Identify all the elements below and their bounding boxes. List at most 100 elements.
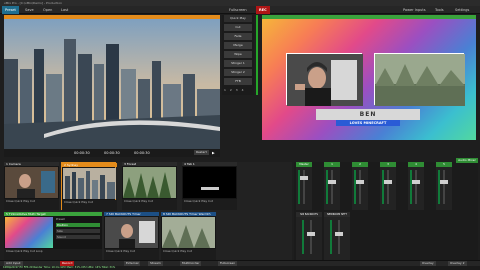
output-bar — [262, 140, 476, 157]
mixer-strip: 1 — [324, 162, 340, 210]
preview-window[interactable] — [4, 19, 220, 149]
fader-knob[interactable] — [300, 176, 308, 180]
preview-timecode-mid: 00:00:30 — [104, 151, 120, 155]
input-quickplay[interactable]: Quick Play — [133, 199, 148, 203]
merge-button[interactable]: Merge — [224, 42, 252, 49]
fader-knob[interactable] — [440, 180, 448, 184]
fader-knob[interactable] — [412, 180, 420, 184]
input-preset-panel: Preset Position Size Sound — [56, 217, 100, 248]
input-tile[interactable]: 8 SDI BACKOUTS Timer Warmth Close Quick … — [161, 212, 216, 260]
input-number: 2 — [64, 163, 66, 167]
input-quickplay[interactable]: Quick Play — [15, 199, 30, 203]
volume-fader[interactable] — [338, 220, 340, 254]
volume-fader[interactable] — [387, 170, 389, 204]
input-quickplay[interactable]: Quick Play — [73, 200, 88, 204]
input-tile[interactable]: 7 SDI BACKOUTS Timer Close Quick Play Cu… — [104, 212, 159, 260]
input-cut[interactable]: Cut — [30, 249, 35, 253]
input-tile[interactable]: 5 TLSinstAlive Multi Target Preset Posit… — [4, 212, 102, 260]
input-close[interactable]: Close — [124, 199, 132, 203]
input-loop[interactable]: Loop — [36, 249, 43, 253]
level-meter — [438, 170, 440, 204]
input-cut[interactable]: Cut — [88, 200, 93, 204]
menu-preset[interactable]: Preset — [2, 6, 19, 14]
level-meter — [326, 170, 328, 204]
level-meter — [382, 170, 384, 204]
input-quickplay[interactable]: Quick Play — [15, 249, 30, 253]
mixer-strip-label: 4 — [408, 162, 424, 167]
person-thumbnail-image — [5, 167, 58, 198]
stinger2-button[interactable]: Stinger 2 — [224, 69, 252, 76]
level-meter — [410, 170, 412, 204]
input-quickplay[interactable]: Quick Play — [193, 199, 208, 203]
input-name: SDI BACKOUTS Timer Warmth — [165, 212, 211, 216]
menu-last[interactable]: Last — [58, 6, 71, 14]
menu-open[interactable]: Open — [40, 6, 55, 14]
volume-fader[interactable] — [415, 170, 417, 204]
nameplate-name: BEN — [316, 109, 420, 120]
stinger1-button[interactable]: Stinger 1 — [224, 60, 252, 67]
input-tile[interactable]: 2 Sydney Close Quick Play Cut — [61, 162, 117, 211]
cut-button[interactable]: Cut — [224, 24, 252, 31]
sydney-skyline-image — [4, 19, 220, 149]
input-cut[interactable]: Cut — [130, 249, 135, 253]
input-close[interactable]: Close — [184, 199, 192, 203]
transition-number-2[interactable]: 2 — [230, 88, 232, 92]
input-cut[interactable]: Cut — [30, 199, 35, 203]
play-icon[interactable]: ▶ — [212, 149, 215, 157]
menu-fullscreen[interactable]: Fullscreen — [226, 6, 250, 14]
window-title: vMix Pro - [C:\vMix\Demo] - Production — [4, 1, 62, 5]
menu-save[interactable]: Save — [22, 6, 37, 14]
input-cut[interactable]: Cut — [187, 249, 192, 253]
mixer-strip-label: NEWROOM SETT — [324, 212, 350, 217]
input-thumbnail — [105, 217, 158, 248]
input-quickplay[interactable]: Quick Play — [115, 249, 130, 253]
audio-mixer-title[interactable]: Audio Mixer — [456, 158, 478, 163]
input-close[interactable]: Close — [64, 200, 72, 204]
volume-fader[interactable] — [310, 220, 312, 254]
input-close[interactable]: Close — [6, 199, 14, 203]
restart-button[interactable]: Restart — [194, 150, 209, 155]
mixer-strip-label: 1 — [324, 162, 340, 167]
volume-fader[interactable] — [359, 170, 361, 204]
menu-rec-badge[interactable]: REC — [256, 6, 270, 14]
preset-value-size[interactable]: Size — [56, 229, 100, 233]
mixer-strip-master: Master — [296, 162, 312, 210]
input-tile[interactable]: 1 Camera Close Quick Play Cut — [4, 162, 59, 210]
menu-settings[interactable]: Settings — [452, 6, 472, 14]
input-close[interactable]: Close — [163, 249, 171, 253]
input-tile[interactable]: 4 Tab 1 Close Quick Play Cut — [182, 162, 237, 210]
wipe-button[interactable]: Wipe — [224, 51, 252, 58]
input-cut[interactable]: Cut — [148, 199, 153, 203]
volume-fader[interactable] — [443, 170, 445, 204]
quick-play-button[interactable]: Quick Play — [224, 15, 252, 22]
person-webcam-image — [287, 54, 363, 106]
transition-number-3[interactable]: 3 — [236, 88, 238, 92]
input-number: 3 — [124, 162, 126, 166]
volume-fader[interactable] — [331, 170, 333, 204]
fader-knob[interactable] — [328, 180, 336, 184]
input-cut[interactable]: Cut — [208, 199, 213, 203]
transition-number-1[interactable]: 1 — [224, 88, 226, 92]
nameplate-subtitle: LOVES MINECRAFT — [336, 120, 400, 126]
menu-power-inputs[interactable]: Power Inputs — [400, 6, 429, 14]
fader-knob[interactable] — [384, 180, 392, 184]
input-tile[interactable]: 3 Forest Close Quick Play Cut — [122, 162, 177, 210]
output-window[interactable]: BEN LOVES MINECRAFT — [262, 19, 476, 140]
input-thumbnail — [162, 217, 215, 248]
transition-number-4[interactable]: 4 — [242, 88, 244, 92]
preset-value-position[interactable]: Position — [56, 223, 100, 227]
input-quickplay[interactable]: Quick Play — [172, 249, 187, 253]
transition-number-row: 1 2 3 4 — [224, 87, 252, 93]
tbar-strip[interactable] — [256, 15, 258, 95]
ftb-button[interactable]: FTB — [224, 78, 252, 85]
input-close[interactable]: Close — [6, 249, 14, 253]
preset-value-sound[interactable]: Sound — [56, 235, 100, 239]
input-close[interactable]: Close — [106, 249, 114, 253]
menu-tools[interactable]: Tools — [432, 6, 447, 14]
fader-knob[interactable] — [356, 180, 364, 184]
fade-button[interactable]: Fade — [224, 33, 252, 40]
input-name: Sydney — [66, 163, 78, 167]
input-name: Forest — [126, 162, 137, 166]
fader-knob[interactable] — [307, 232, 315, 236]
fader-knob[interactable] — [335, 232, 343, 236]
